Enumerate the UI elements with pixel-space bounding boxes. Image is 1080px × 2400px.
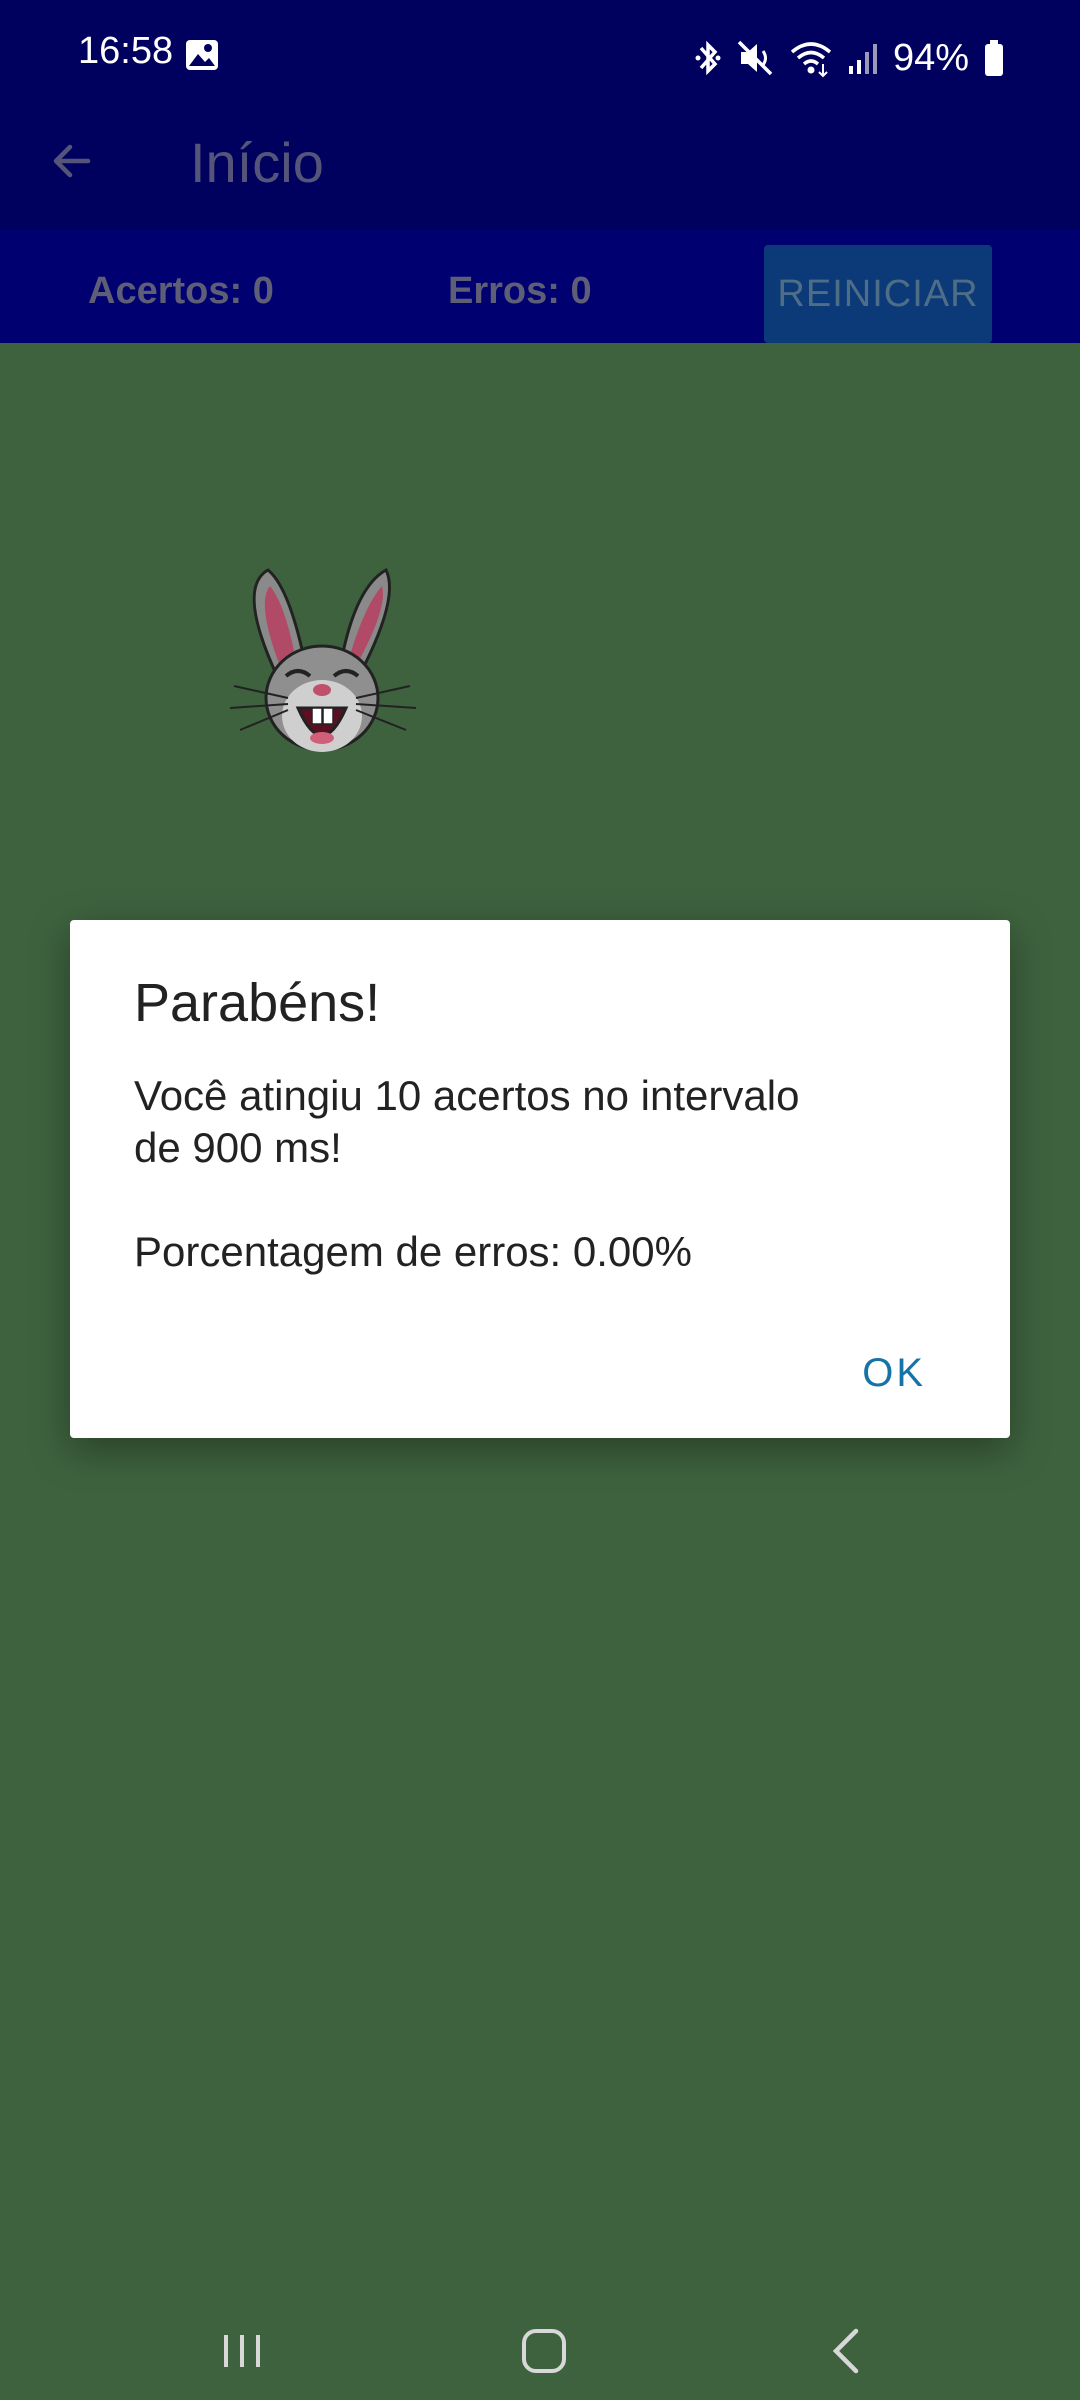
app-bar: Início (0, 115, 1080, 230)
back-icon[interactable] (818, 2321, 878, 2381)
home-icon[interactable] (514, 2321, 574, 2381)
status-icons: 94% (693, 30, 1005, 86)
page-title: Início (190, 131, 324, 194)
wifi-icon (790, 42, 832, 78)
image-icon (186, 40, 218, 70)
dialog-message: Você atingiu 10 acertos no intervalo de … (134, 1072, 800, 1275)
status-time: 16:58 (78, 30, 174, 72)
bunny-target[interactable] (228, 558, 418, 758)
recents-icon[interactable] (212, 2321, 272, 2381)
restart-button[interactable]: REINICIAR (764, 245, 992, 343)
battery-icon (985, 40, 1003, 76)
signal-icon (848, 44, 877, 74)
arrow-back-icon[interactable] (44, 133, 100, 189)
dialog-title: Parabéns! (134, 973, 381, 1033)
score-bar: Acertos: 0 Erros: 0 REINICIAR (0, 230, 1080, 343)
hits-counter: Acertos: 0 (88, 270, 274, 312)
congrats-dialog: Parabéns! Você atingiu 10 acertos no int… (70, 920, 1010, 1438)
status-bar: 16:58 94% (0, 0, 1080, 115)
errors-counter: Erros: 0 (448, 270, 592, 312)
ok-button[interactable]: OK (862, 1351, 926, 1396)
mute-icon (737, 40, 773, 76)
battery-percent: 94% (892, 36, 969, 79)
navigation-bar (0, 2293, 1080, 2400)
bluetooth-icon (695, 40, 721, 76)
